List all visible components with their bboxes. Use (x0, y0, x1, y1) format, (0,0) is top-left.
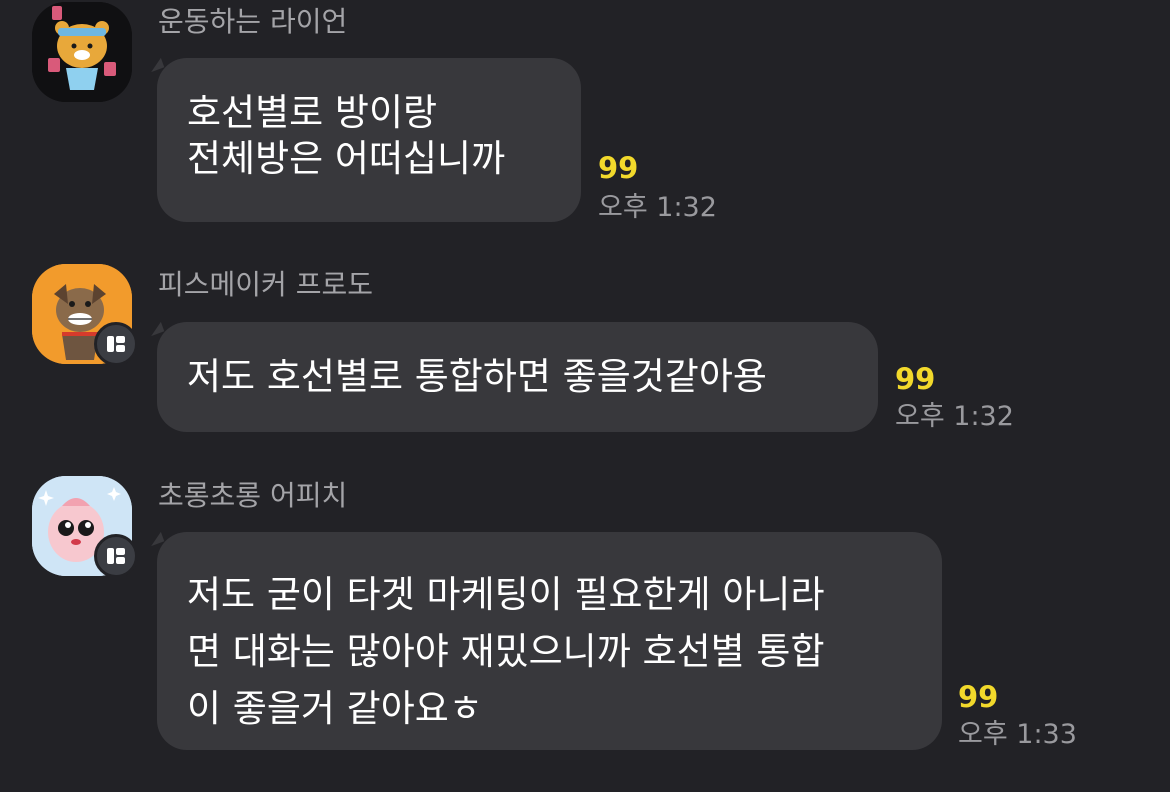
message-text-line: 이 좋을거 같아요ㅎ (187, 687, 483, 730)
message-text-line: 전체방은 어떠십니까 (187, 137, 506, 180)
message-text-line: 저도 굳이 타겟 마케팅이 필요한게 아니라 (187, 573, 825, 616)
sender-name: 운동하는 라이언 (158, 5, 348, 38)
message-time: 오후 1:33 (958, 719, 1077, 750)
open-chat-profile-badge-icon (94, 534, 138, 578)
message-bubble[interactable]: 호선별로 방이랑 전체방은 어떠십니까 (157, 58, 581, 222)
unread-count: 99 (958, 680, 999, 714)
message-bubble[interactable]: 저도 굳이 타겟 마케팅이 필요한게 아니라 면 대화는 많아야 재밌으니까 호… (157, 532, 942, 750)
message-text-line: 호선별로 방이랑 (187, 91, 438, 134)
message-time: 오후 1:32 (598, 192, 717, 223)
unread-count: 99 (895, 362, 936, 396)
message-text-line: 면 대화는 많아야 재밌으니까 호선별 통합 (187, 630, 825, 673)
message-bubble[interactable]: 저도 호선별로 통합하면 좋을것같아용 (157, 322, 878, 432)
sender-name: 초롱초롱 어피치 (158, 479, 348, 512)
ryan-workout-avatar-icon[interactable] (32, 2, 132, 102)
message-time: 오후 1:32 (895, 401, 1014, 432)
unread-count: 99 (598, 151, 639, 185)
open-chat-profile-badge-icon (94, 322, 138, 366)
message-text-line: 저도 호선별로 통합하면 좋을것같아용 (187, 355, 767, 398)
sender-name: 피스메이커 프로도 (158, 268, 373, 301)
chat-message-list: 운동하는 라이언 호선별로 방이랑 전체방은 어떠십니까 99 오후 1:32 (0, 0, 1170, 792)
